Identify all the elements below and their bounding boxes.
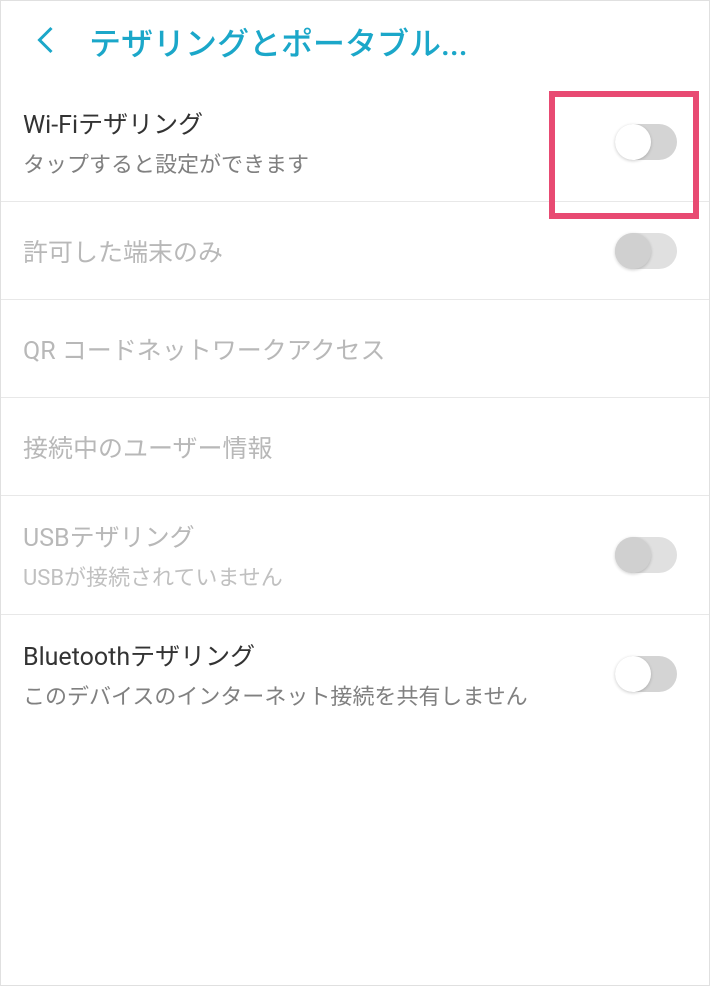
item-content: 接続中のユーザー情報	[23, 429, 677, 465]
back-arrow-icon[interactable]	[29, 22, 65, 63]
usb-tethering-toggle	[615, 537, 677, 573]
item-title: QR コードネットワークアクセス	[23, 331, 677, 367]
item-title: USBテザリング	[23, 518, 615, 554]
header: テザリングとポータブル...	[1, 1, 709, 83]
wifi-tethering-item[interactable]: Wi-Fiテザリング タップすると設定ができます	[1, 83, 709, 202]
wifi-tethering-toggle[interactable]	[615, 124, 677, 160]
item-content: 許可した端末のみ	[23, 233, 615, 269]
item-title: 接続中のユーザー情報	[23, 429, 677, 465]
bluetooth-tethering-toggle[interactable]	[615, 656, 677, 692]
item-content: QR コードネットワークアクセス	[23, 331, 677, 367]
allowed-devices-item: 許可した端末のみ	[1, 202, 709, 300]
item-subtitle: このデバイスのインターネット接続を共有しません	[23, 679, 615, 711]
page-title: テザリングとポータブル...	[89, 19, 689, 65]
allowed-devices-toggle	[615, 233, 677, 269]
bluetooth-tethering-item[interactable]: Bluetoothテザリング このデバイスのインターネット接続を共有しません	[1, 615, 709, 733]
toggle-knob	[615, 656, 651, 692]
usb-tethering-item: USBテザリング USBが接続されていません	[1, 496, 709, 615]
item-content: USBテザリング USBが接続されていません	[23, 518, 615, 592]
connected-users-item: 接続中のユーザー情報	[1, 398, 709, 496]
item-title: Bluetoothテザリング	[23, 637, 615, 673]
item-title: 許可した端末のみ	[23, 233, 615, 269]
item-title: Wi-Fiテザリング	[23, 105, 615, 141]
qr-code-item: QR コードネットワークアクセス	[1, 300, 709, 398]
item-content: Wi-Fiテザリング タップすると設定ができます	[23, 105, 615, 179]
toggle-knob	[615, 233, 651, 269]
toggle-knob	[615, 537, 651, 573]
item-subtitle: USBが接続されていません	[23, 560, 615, 592]
toggle-knob	[615, 124, 651, 160]
item-content: Bluetoothテザリング このデバイスのインターネット接続を共有しません	[23, 637, 615, 711]
item-subtitle: タップすると設定ができます	[23, 147, 615, 179]
